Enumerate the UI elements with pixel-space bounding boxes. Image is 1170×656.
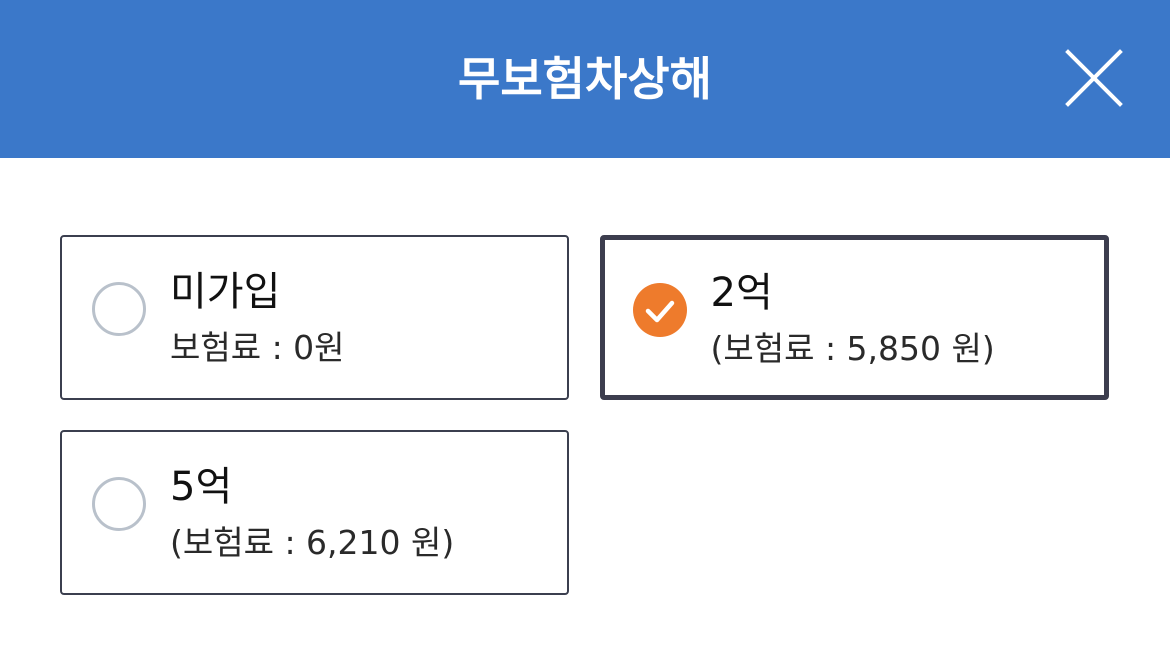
radio-checked-icon[interactable] — [632, 282, 687, 337]
option-label: 5억 — [170, 464, 233, 510]
option-price: 보험료 : 0원 — [170, 328, 345, 367]
option-label: 2억 — [710, 269, 773, 316]
radio-unchecked-icon[interactable] — [92, 477, 146, 531]
modal-header: 무보험차상해 — [0, 0, 1170, 158]
option-200m[interactable]: 2억 (보험료 : 5,850 원) — [600, 235, 1109, 400]
option-500m[interactable]: 5억 (보험료 : 6,210 원) — [60, 430, 569, 595]
checkmark-icon — [645, 300, 674, 322]
close-icon — [1065, 49, 1123, 107]
option-label: 미가입 — [170, 269, 281, 315]
radio-unchecked-icon[interactable] — [92, 282, 146, 336]
option-none[interactable]: 미가입 보험료 : 0원 — [60, 235, 569, 400]
option-price: (보험료 : 5,850 원) — [710, 328, 995, 368]
close-button[interactable] — [1062, 46, 1126, 110]
option-price: (보험료 : 6,210 원) — [170, 523, 455, 562]
modal-title: 무보험차상해 — [458, 52, 712, 106]
